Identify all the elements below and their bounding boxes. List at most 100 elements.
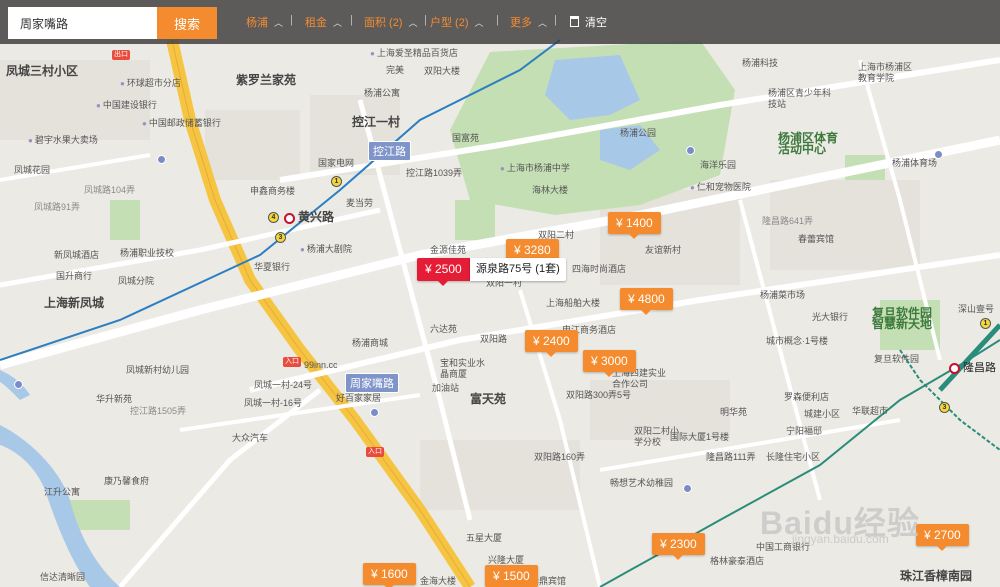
poi-label: 国升商行 [56, 271, 93, 281]
poi-label: 深山壹号 [958, 304, 995, 314]
poi-label: 麦当劳 [346, 198, 374, 208]
clear-button[interactable]: 清空 [570, 14, 607, 30]
bus-stop-icon [14, 380, 23, 389]
area-label: 珠江香樟南园 [900, 569, 973, 583]
poi-label: 中国邮政储蓄银行 [142, 118, 221, 129]
bus-stop-icon [686, 146, 695, 155]
poi-label: 大众汽车 [232, 433, 269, 443]
poi-label: 光大银行 [812, 312, 849, 322]
bus-stop-icon [370, 408, 379, 417]
filter-layout[interactable]: 户型 (2) ︿ [430, 14, 484, 30]
active-listing-price[interactable]: ¥ 2500 [417, 258, 470, 286]
bus-stop-icon [683, 484, 692, 493]
chevron-up-icon: ︿ [474, 18, 484, 28]
search-input[interactable] [8, 7, 158, 39]
poi-label: 新凤城酒店 [54, 250, 100, 260]
metro-station-label[interactable]: 黄兴路 [298, 211, 334, 223]
poi-label: 上海船舶大楼 [546, 298, 601, 308]
metro-station-icon[interactable] [284, 213, 295, 224]
listing-price-marker[interactable]: ¥ 1400 [608, 212, 661, 239]
poi-label: 杨浦体育场 [892, 158, 938, 168]
poi-label: 国际大厦1号楼 [670, 432, 730, 442]
filter-district[interactable]: 杨浦 ︿ [246, 14, 283, 30]
filter-label: 面积 (2) [364, 17, 403, 29]
listing-price-marker[interactable]: ¥ 2400 [525, 330, 578, 357]
listing-price-marker[interactable]: ¥ 1500 [485, 565, 538, 587]
poi-label: 信达清晰园 [40, 572, 86, 582]
filter-rent[interactable]: 租金 ︿ [305, 14, 342, 30]
poi-label: 华联超市 [852, 406, 889, 416]
chevron-up-icon: ︿ [333, 18, 343, 28]
poi-label: 长隆住宅小区 [766, 452, 821, 462]
poi-label: 康乃馨食府 [104, 476, 150, 486]
poi-label: 好百家家居 [336, 393, 382, 403]
metro-line-badge: 1 [980, 318, 991, 329]
watermark-url: jingyan.baidu.com [792, 532, 889, 546]
poi-label: 杨浦菜市场 [760, 290, 806, 300]
divider: | [554, 14, 557, 26]
poi-label: 仁和宠物医院 [690, 182, 751, 193]
poi-label: 明华苑 [720, 407, 748, 417]
area-label: 复旦软件园智慧新天地 [872, 306, 933, 331]
poi-label: 双阳大楼 [424, 66, 461, 76]
poi-label: 申鑫商务楼 [250, 186, 296, 196]
bus-stop-icon [934, 150, 943, 159]
poi-label: 城建小区 [804, 409, 841, 419]
filter-more[interactable]: 更多 ︿ [510, 14, 547, 30]
listing-price-marker[interactable]: ¥ 2700 [916, 524, 969, 551]
poi-label: 宝和实业水晶商厦 [440, 358, 486, 379]
poi-label: 凤城新村幼儿园 [126, 365, 190, 375]
search-button[interactable]: 搜索 [157, 7, 217, 39]
metro-station-icon[interactable] [949, 363, 960, 374]
poi-label: 国富苑 [452, 133, 480, 143]
top-toolbar: 搜索 杨浦 ︿ | 租金 ︿ | 面积 (2) ︿ | 户型 (2) ︿ | 更多 ︿ |… [0, 0, 1000, 44]
road-entry-badge: 入口 [283, 357, 301, 367]
poi-label: 凤城一村-16号 [244, 398, 303, 408]
filter-label: 杨浦 [246, 17, 268, 29]
poi-label: 中国建设银行 [96, 100, 157, 111]
poi-label: 环球超市分店 [120, 78, 181, 89]
divider: | [424, 14, 427, 26]
poi-label: 四海时尚酒店 [572, 264, 627, 274]
poi-label: 杨浦商城 [352, 338, 389, 348]
filter-label: 户型 (2) [430, 17, 469, 29]
poi-label: 杨浦大剧院 [300, 244, 352, 255]
poi-label: 国家电网 [318, 158, 355, 168]
road-exit-badge: 出口 [112, 50, 130, 60]
filter-label: 租金 [305, 17, 327, 29]
poi-label: 五星大厦 [466, 533, 503, 543]
metro-station-label[interactable]: 隆昌路 [963, 363, 996, 374]
divider: | [350, 14, 353, 26]
poi-label: 双阳路300弄5号 [566, 390, 632, 400]
poi-label: 杨浦科技 [742, 58, 779, 68]
metro-line-badge: 4 [268, 212, 279, 223]
poi-label: 完美 [386, 65, 405, 75]
listing-price-marker[interactable]: ¥ 4800 [620, 288, 673, 315]
poi-label: 畅想艺术幼稚园 [610, 478, 674, 488]
poi-label: 江升公寓 [44, 487, 81, 497]
map-canvas[interactable]: 凤城三村小区 紫罗兰家苑 控江一村 上海新凤城 富天苑 珠江香樟南园 杨浦区体育… [0, 0, 1000, 587]
road-entry-badge: 入口 [366, 447, 384, 457]
poi-label: 六达苑 [430, 324, 458, 334]
poi-label: 双阳路 [480, 334, 508, 344]
trash-icon [570, 16, 579, 27]
poi-label: 双阳路160弄 [534, 452, 586, 462]
listing-price-marker[interactable]: ¥ 2300 [652, 533, 705, 560]
poi-label: 杨浦区青少年科技站 [768, 88, 832, 109]
poi-label: 上海市杨浦中学 [500, 163, 570, 174]
poi-label: 城市概念·1号楼 [766, 336, 829, 346]
chevron-up-icon: ︿ [274, 18, 284, 28]
bus-stop-icon [157, 155, 166, 164]
poi-label: 罗森便利店 [784, 392, 830, 402]
clear-label: 清空 [585, 17, 607, 29]
road-tag-kongjiang: 控江路 [368, 141, 411, 161]
filter-area[interactable]: 面积 (2) ︿ [364, 14, 418, 30]
active-listing-address[interactable]: 源泉路75号 (1套) [470, 258, 566, 281]
area-label: 控江一村 [352, 115, 401, 129]
listing-price-marker[interactable]: ¥ 1600 [363, 563, 416, 587]
poi-label: 格林豪泰酒店 [710, 556, 765, 566]
poi-label: 凤城一村-24号 [254, 380, 313, 390]
listing-price-marker[interactable]: ¥ 3000 [583, 350, 636, 377]
poi-label: 华夏银行 [254, 262, 291, 272]
poi-label: 春蕾宾馆 [798, 234, 835, 244]
